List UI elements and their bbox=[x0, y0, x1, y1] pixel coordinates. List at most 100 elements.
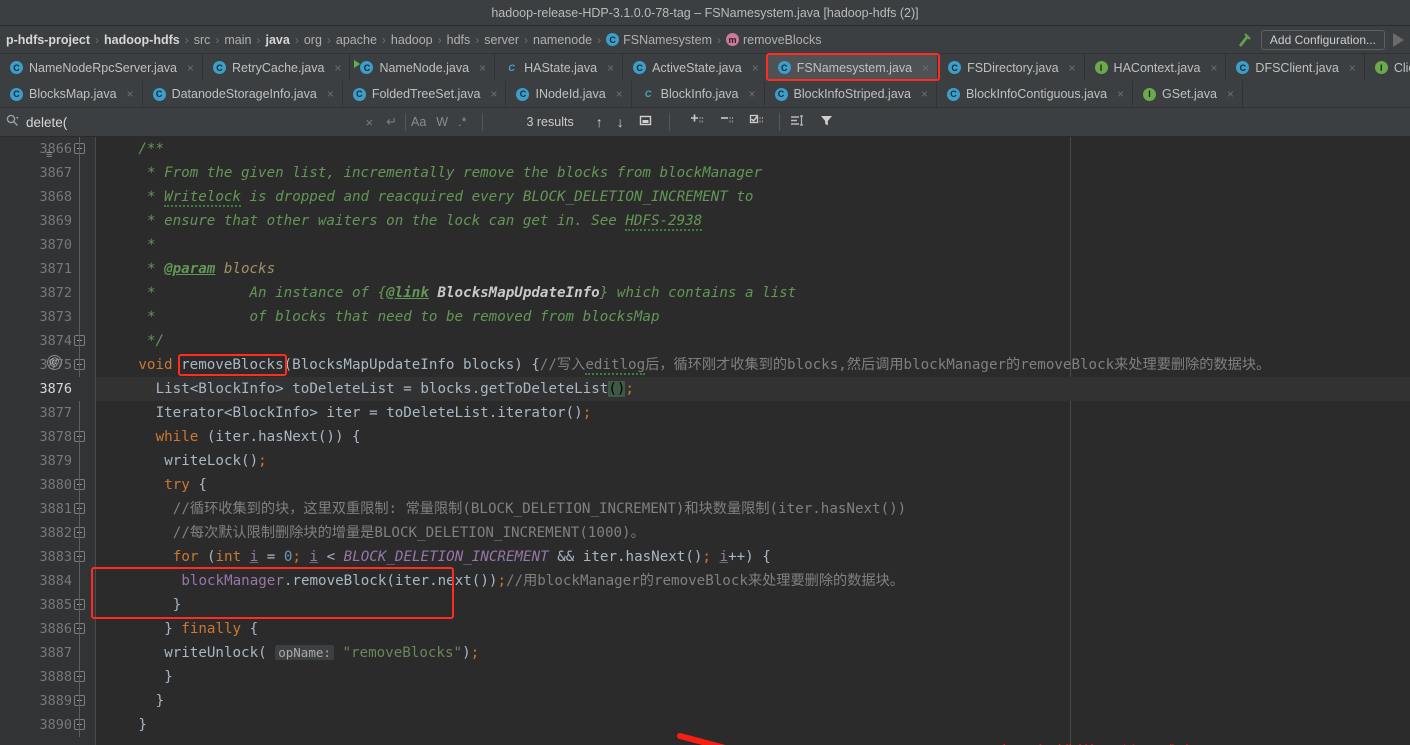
code-line-text[interactable]: * ensure that other waiters on the lock … bbox=[96, 209, 703, 233]
code-line[interactable]: 3889} bbox=[39, 689, 1410, 713]
code-line[interactable]: 3884 blockManager.removeBlock(iter.next()… bbox=[39, 569, 1410, 593]
code-line-text[interactable]: Iterator<BlockInfo> iter = toDeleteList.… bbox=[96, 401, 592, 425]
match-case-toggle[interactable]: Aa bbox=[411, 115, 426, 129]
close-tab-icon[interactable]: × bbox=[921, 87, 928, 101]
code-line[interactable]: 3872 * An instance of {@link BlocksMapUpd… bbox=[39, 281, 1410, 305]
editor-tab-blockinfo[interactable]: C BlockInfo.java × bbox=[631, 81, 765, 107]
close-tab-icon[interactable]: × bbox=[479, 61, 486, 75]
code-line-text[interactable]: } finally { bbox=[96, 617, 258, 641]
code-line-text[interactable]: try { bbox=[96, 473, 207, 497]
breadcrumb-item-java[interactable]: java bbox=[261, 33, 293, 47]
search-history-icon[interactable]: ↵ bbox=[383, 114, 400, 130]
editor-tab-namenode[interactable]: C NameNode.java × bbox=[350, 54, 496, 81]
run-triangle-icon[interactable] bbox=[1393, 32, 1404, 47]
code-line[interactable]: 3879 writeLock(); bbox=[39, 449, 1410, 473]
editor-tab-blockinfocontiguous[interactable]: C BlockInfoContiguous.java × bbox=[936, 81, 1134, 107]
close-tab-icon[interactable]: × bbox=[1349, 61, 1356, 75]
filter-icon[interactable] bbox=[819, 113, 835, 131]
close-tab-icon[interactable]: × bbox=[1227, 87, 1234, 101]
hammer-icon[interactable] bbox=[1235, 31, 1253, 49]
code-line[interactable]: 3888} bbox=[39, 665, 1410, 689]
breadcrumb-item-namenode[interactable]: namenode bbox=[529, 33, 596, 47]
code-line-text[interactable]: } bbox=[96, 665, 173, 689]
code-line[interactable]: 3882 //每次默认限制删除块的增量是BLOCK_DELETION_INCREM… bbox=[39, 521, 1410, 545]
code-line-text[interactable]: * bbox=[96, 233, 156, 257]
breadcrumb-item-apache[interactable]: apache bbox=[332, 33, 381, 47]
code-line[interactable]: 3890} bbox=[39, 713, 1410, 737]
code-line-text[interactable]: } bbox=[96, 593, 182, 617]
code-line-text[interactable]: * An instance of {@link BlocksMapUpdateI… bbox=[96, 281, 796, 305]
breadcrumb-item-org[interactable]: org bbox=[300, 33, 326, 47]
close-tab-icon[interactable]: × bbox=[1210, 61, 1217, 75]
breadcrumb-item-removeblocks[interactable]: m removeBlocks bbox=[722, 33, 826, 47]
editor-tab-retrycache[interactable]: C RetryCache.java × bbox=[203, 54, 351, 81]
code-line[interactable]: 3883 for (int i = 0; i < BLOCK_DELETION_I… bbox=[39, 545, 1410, 569]
editor-tab-hastate[interactable]: C HAState.java × bbox=[495, 54, 624, 81]
code-line-text[interactable]: * of blocks that need to be removed from… bbox=[96, 305, 660, 329]
whole-words-toggle[interactable]: W bbox=[436, 115, 448, 129]
code-line[interactable]: 3880 try { bbox=[39, 473, 1410, 497]
close-tab-icon[interactable]: × bbox=[334, 61, 341, 75]
code-line[interactable]: 3878 while (iter.hasNext()) { bbox=[39, 425, 1410, 449]
code-line[interactable]: 3869 * ensure that other waiters on the l… bbox=[39, 209, 1410, 233]
breadcrumb-item-hadoop-hdfs[interactable]: hadoop-hdfs bbox=[100, 33, 184, 47]
breadcrumb-item-main[interactable]: main bbox=[220, 33, 255, 47]
search-query-text[interactable]: delete( bbox=[26, 115, 356, 130]
breadcrumb-item-hdfs[interactable]: hdfs bbox=[443, 33, 475, 47]
breadcrumb-item-fsnamesystem[interactable]: C FSNamesystem bbox=[602, 33, 716, 47]
code-line-text[interactable]: } bbox=[96, 713, 147, 737]
code-line-text[interactable]: */ bbox=[96, 329, 164, 353]
editor-tab-fsnamesystem[interactable]: C FSNamesystem.java × bbox=[767, 54, 939, 81]
close-tab-icon[interactable]: × bbox=[1069, 61, 1076, 75]
remove-selection-icon[interactable] bbox=[719, 113, 735, 131]
close-tab-icon[interactable]: × bbox=[616, 87, 623, 101]
code-line[interactable]: 3887 writeUnlock( opName: "removeBlocks")… bbox=[39, 641, 1410, 665]
breadcrumb-item-hadoop[interactable]: hadoop bbox=[387, 33, 437, 47]
code-line[interactable]: 3881 //循环收集到的块，这里双重限制: 常量限制(BLOCK_DELETIO… bbox=[39, 497, 1410, 521]
editor-tab-blocksmap[interactable]: C BlocksMap.java × bbox=[0, 81, 143, 107]
clear-search-icon[interactable]: × bbox=[363, 115, 377, 130]
code-line[interactable]: 3876 List<BlockInfo> toDeleteList = block… bbox=[0, 377, 1410, 401]
code-line-text[interactable]: writeUnlock( opName: "removeBlocks"); bbox=[96, 641, 479, 665]
override-annotation-icon[interactable]: @ bbox=[47, 355, 62, 370]
next-match-icon[interactable]: ↓ bbox=[617, 114, 624, 130]
search-input[interactable]: delete( × ↵ bbox=[0, 108, 400, 136]
editor-tab-blockinfostriped[interactable]: C BlockInfoStriped.java × bbox=[764, 81, 937, 107]
code-line-text[interactable]: * Writelock is dropped and reacquired ev… bbox=[96, 185, 753, 209]
close-tab-icon[interactable]: × bbox=[922, 61, 929, 75]
regex-toggle[interactable]: .* bbox=[458, 115, 466, 129]
breadcrumb-item-p-hdfs-project[interactable]: p-hdfs-project bbox=[2, 33, 94, 47]
code-line[interactable]: 3885} bbox=[39, 593, 1410, 617]
code-line[interactable]: 3873 * of blocks that need to be removed … bbox=[39, 305, 1410, 329]
editor-tab-datanodestorageinfo[interactable]: C DatanodeStorageInfo.java × bbox=[142, 81, 343, 107]
close-tab-icon[interactable]: × bbox=[187, 61, 194, 75]
close-tab-icon[interactable]: × bbox=[490, 87, 497, 101]
select-occurrences-icon[interactable] bbox=[749, 113, 765, 131]
code-line-text[interactable]: * From the given list, incrementally rem… bbox=[96, 161, 762, 185]
code-line-text[interactable]: //每次默认限制删除块的增量是BLOCK_DELETION_INCREMENT(… bbox=[96, 521, 645, 545]
code-line[interactable]: 3874 */ bbox=[39, 329, 1410, 353]
editor-tab-inodeid[interactable]: C INodeId.java × bbox=[506, 81, 632, 107]
code-line-text[interactable]: } bbox=[96, 689, 165, 713]
code-line[interactable]: 3867 * From the given list, incrementally… bbox=[39, 161, 1410, 185]
close-tab-icon[interactable]: × bbox=[752, 61, 759, 75]
in-selection-icon[interactable] bbox=[789, 113, 805, 131]
code-editor[interactable]: 3866 ≡/** 3867 * From the given list, incre… bbox=[0, 137, 1410, 745]
editor-tab-dfsclient[interactable]: C DFSClient.java × bbox=[1226, 54, 1365, 81]
editor-tab-foldedtreeset[interactable]: C FoldedTreeSet.java × bbox=[342, 81, 507, 107]
code-line-text[interactable]: //循环收集到的块，这里双重限制: 常量限制(BLOCK_DELETION_IN… bbox=[96, 497, 906, 521]
code-lines-container[interactable]: 3866 ≡/** 3867 * From the given list, incre… bbox=[0, 137, 1410, 745]
code-line-text[interactable]: /** bbox=[96, 137, 164, 161]
editor-tab-fsdirectory[interactable]: C FSDirectory.java × bbox=[938, 54, 1085, 81]
add-configuration-button[interactable]: Add Configuration... bbox=[1260, 29, 1385, 50]
breadcrumb-item-src[interactable]: src bbox=[190, 33, 215, 47]
editor-tab-namenoderpcserver[interactable]: C NameNodeRpcServer.java × bbox=[0, 54, 204, 81]
close-tab-icon[interactable]: × bbox=[607, 61, 614, 75]
code-line[interactable]: 3868 * Writelock is dropped and reacquire… bbox=[39, 185, 1410, 209]
code-line[interactable]: 3886} finally { bbox=[39, 617, 1410, 641]
code-line-text[interactable]: for (int i = 0; i < BLOCK_DELETION_INCRE… bbox=[96, 545, 771, 569]
select-all-occurrences-icon[interactable] bbox=[638, 113, 653, 131]
code-line[interactable]: 3875 @ void removeBlocks(BlocksMapUpdateIn… bbox=[39, 353, 1410, 377]
code-line[interactable]: 3866 ≡/** bbox=[39, 137, 1410, 161]
code-line-text[interactable]: * @param blocks bbox=[96, 257, 275, 281]
